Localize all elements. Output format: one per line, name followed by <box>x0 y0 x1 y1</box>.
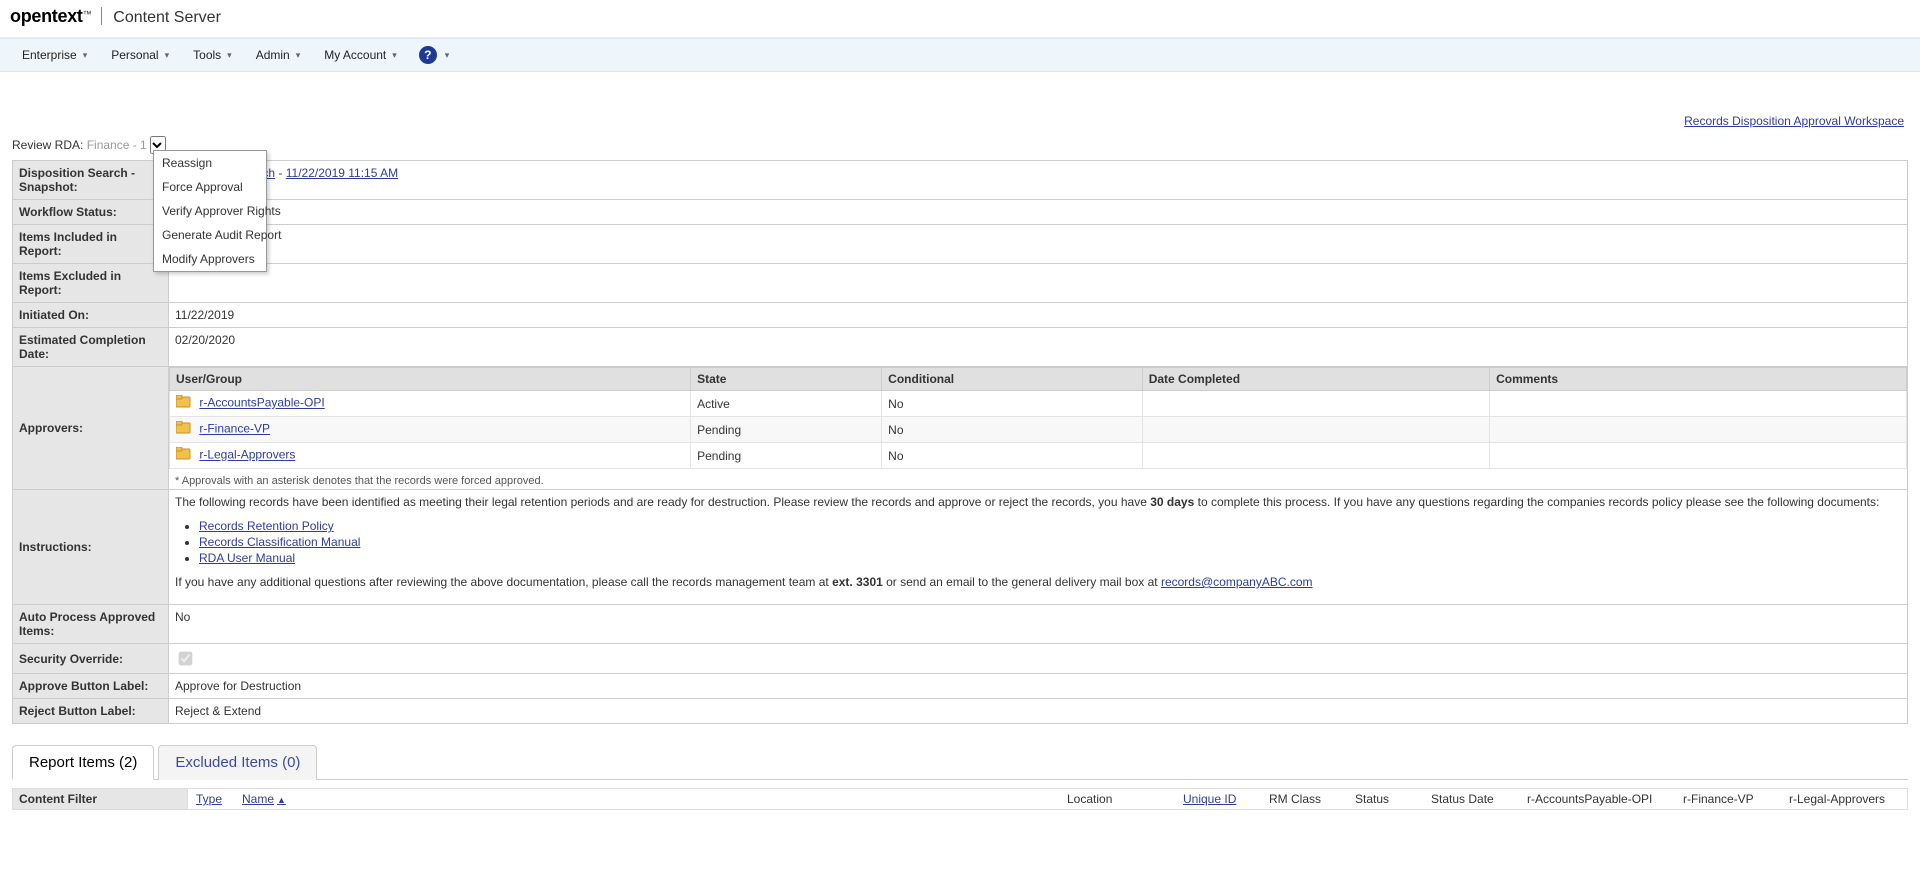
approver-row: r-AccountsPayable-OPI Active No <box>170 391 1907 417</box>
rda-details-table: Disposition Search - Snapshot: Dispositi… <box>12 160 1908 724</box>
disposition-search-date-link[interactable]: 11/22/2019 11:15 AM <box>286 166 398 180</box>
group-icon <box>176 395 192 412</box>
action-dropdown-menu: Reassign Force Approval Verify Approver … <box>153 150 267 272</box>
est-completion-value: 02/20/2020 <box>169 328 1908 367</box>
reject-button-label-label: Reject Button Label: <box>13 699 169 724</box>
link-classification-manual[interactable]: Records Classification Manual <box>199 535 360 549</box>
chevron-down-icon: ▾ <box>227 50 232 61</box>
action-reassign[interactable]: Reassign <box>154 151 266 175</box>
approvers-col-date-completed: Date Completed <box>1142 368 1489 391</box>
items-excluded-value <box>169 264 1908 303</box>
group-icon <box>176 421 192 438</box>
instructions-value: The following records have been identifi… <box>169 490 1908 605</box>
action-verify-approver-rights[interactable]: Verify Approver Rights <box>154 199 266 223</box>
col-location[interactable]: Location <box>1059 789 1175 809</box>
main-menubar: Enterprise▾ Personal▾ Tools▾ Admin▾ My A… <box>0 38 1920 72</box>
initiated-on-label: Initiated On: <box>13 303 169 328</box>
link-rda-user-manual[interactable]: RDA User Manual <box>199 551 295 565</box>
chevron-down-icon: ▾ <box>165 50 170 61</box>
action-force-approval[interactable]: Force Approval <box>154 175 266 199</box>
security-override-label: Security Override: <box>13 644 169 674</box>
brand-product: Content Server <box>113 9 221 26</box>
approve-button-label-label: Approve Button Label: <box>13 674 169 699</box>
approver-link[interactable]: r-AccountsPayable-OPI <box>199 396 324 410</box>
sort-asc-icon: ▲ <box>277 795 286 805</box>
est-completion-label: Estimated Completion Date: <box>13 328 169 367</box>
chevron-down-icon: ▾ <box>296 50 301 61</box>
approvers-label: Approvers: <box>13 367 169 490</box>
action-generate-audit-report[interactable]: Generate Audit Report <box>154 223 266 247</box>
help-chevron-down-icon[interactable]: ▾ <box>445 50 450 61</box>
approve-button-label-value: Approve for Destruction <box>169 674 1908 699</box>
brand-bar: opentext™ Content Server <box>0 0 1920 38</box>
col-approver-1[interactable]: r-AccountsPayable-OPI <box>1519 789 1675 809</box>
group-icon <box>176 447 192 464</box>
approver-link[interactable]: r-Finance-VP <box>199 422 270 436</box>
review-rda-label: Review RDA: <box>12 138 83 152</box>
col-approver-2[interactable]: r-Finance-VP <box>1675 789 1781 809</box>
approvers-col-conditional: Conditional <box>882 368 1143 391</box>
menu-enterprise[interactable]: Enterprise▾ <box>10 41 99 69</box>
chevron-down-icon: ▾ <box>83 50 88 61</box>
col-rm-class[interactable]: RM Class <box>1261 789 1347 809</box>
approver-link[interactable]: r-Legal-Approvers <box>199 448 295 462</box>
disposition-search-value: Disposition Search - 11/22/2019 11:15 AM <box>169 161 1908 200</box>
col-type[interactable]: Type <box>188 789 234 809</box>
workflow-status-label: Workflow Status: <box>13 200 169 225</box>
menu-admin[interactable]: Admin▾ <box>244 41 313 69</box>
approvers-col-state: State <box>691 368 882 391</box>
approvers-col-comments: Comments <box>1490 368 1907 391</box>
auto-process-label: Auto Process Approved Items: <box>13 605 169 644</box>
initiated-on-value: 11/22/2019 <box>169 303 1908 328</box>
approvers-table: User/Group State Conditional Date Comple… <box>169 367 1907 469</box>
menu-my-account[interactable]: My Account▾ <box>312 41 409 69</box>
items-excluded-label: Items Excluded in Report: <box>13 264 169 303</box>
approvers-footnote: * Approvals with an asterisk denotes tha… <box>169 469 1907 489</box>
reject-button-label-value: Reject & Extend <box>169 699 1908 724</box>
col-status-date[interactable]: Status Date <box>1423 789 1519 809</box>
chevron-down-icon: ▾ <box>392 50 397 61</box>
review-rda-line: Review RDA: Finance - 1 Reassign Force A… <box>12 136 1908 160</box>
link-retention-policy[interactable]: Records Retention Policy <box>199 519 334 533</box>
disposition-search-label: Disposition Search - Snapshot: <box>13 161 169 200</box>
action-modify-approvers[interactable]: Modify Approvers <box>154 247 266 271</box>
approver-row: r-Legal-Approvers Pending No <box>170 443 1907 469</box>
instructions-label: Instructions: <box>13 490 169 605</box>
tab-report-items[interactable]: Report Items (2) <box>12 745 154 780</box>
brand-tm: ™ <box>83 9 92 19</box>
col-status[interactable]: Status <box>1347 789 1423 809</box>
scroll-hint <box>0 840 1920 843</box>
rda-workspace-link[interactable]: Records Disposition Approval Workspace <box>1684 114 1904 128</box>
link-records-email[interactable]: records@companyABC.com <box>1161 575 1313 589</box>
content-area: Records Disposition Approval Workspace R… <box>0 72 1920 840</box>
brand-divider <box>101 7 102 25</box>
review-rda-value: Finance - 1 <box>87 138 147 152</box>
col-unique-id[interactable]: Unique ID <box>1175 789 1261 809</box>
tab-row: Report Items (2) Excluded Items (0) <box>12 744 1908 780</box>
auto-process-value: No <box>169 605 1908 644</box>
content-filter-row: Content Filter Type Name▲ Location Uniqu… <box>12 788 1908 810</box>
brand-name: opentext <box>10 6 83 26</box>
workflow-status-value <box>169 200 1908 225</box>
content-filter-label: Content Filter <box>13 789 188 809</box>
menu-tools[interactable]: Tools▾ <box>181 41 244 69</box>
items-included-value <box>169 225 1908 264</box>
security-override-checkbox <box>179 652 193 666</box>
tab-excluded-items[interactable]: Excluded Items (0) <box>158 745 317 780</box>
help-icon[interactable]: ? <box>419 46 437 64</box>
items-included-label: Items Included in Report: <box>13 225 169 264</box>
col-approver-3[interactable]: r-Legal-Approvers <box>1781 789 1907 809</box>
approvers-col-usergroup: User/Group <box>170 368 691 391</box>
col-name[interactable]: Name▲ <box>234 789 1059 809</box>
approver-row: r-Finance-VP Pending No <box>170 417 1907 443</box>
menu-personal[interactable]: Personal▾ <box>99 41 181 69</box>
